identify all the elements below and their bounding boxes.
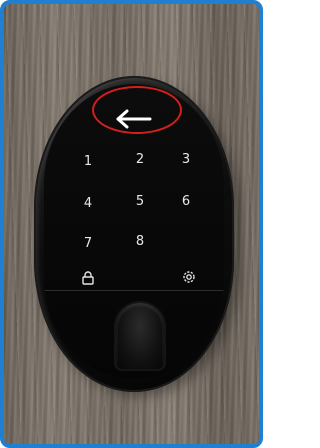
key-1[interactable]: 1 <box>76 154 100 169</box>
key-2[interactable]: 2 <box>128 152 152 167</box>
gear-icon[interactable] <box>181 269 197 285</box>
key-5[interactable]: 5 <box>128 194 152 209</box>
photo-frame: 1 2 3 4 5 6 7 8 <box>0 0 263 448</box>
lock-icon[interactable] <box>81 271 95 285</box>
key-3[interactable]: 3 <box>174 152 198 167</box>
key-7[interactable]: 7 <box>76 236 100 251</box>
key-8[interactable]: 8 <box>128 234 152 249</box>
panel-divider <box>44 290 224 291</box>
key-4[interactable]: 4 <box>76 196 100 211</box>
highlight-circle <box>92 86 182 134</box>
key-6[interactable]: 6 <box>174 194 198 209</box>
fingerprint-sensor[interactable] <box>116 303 164 369</box>
